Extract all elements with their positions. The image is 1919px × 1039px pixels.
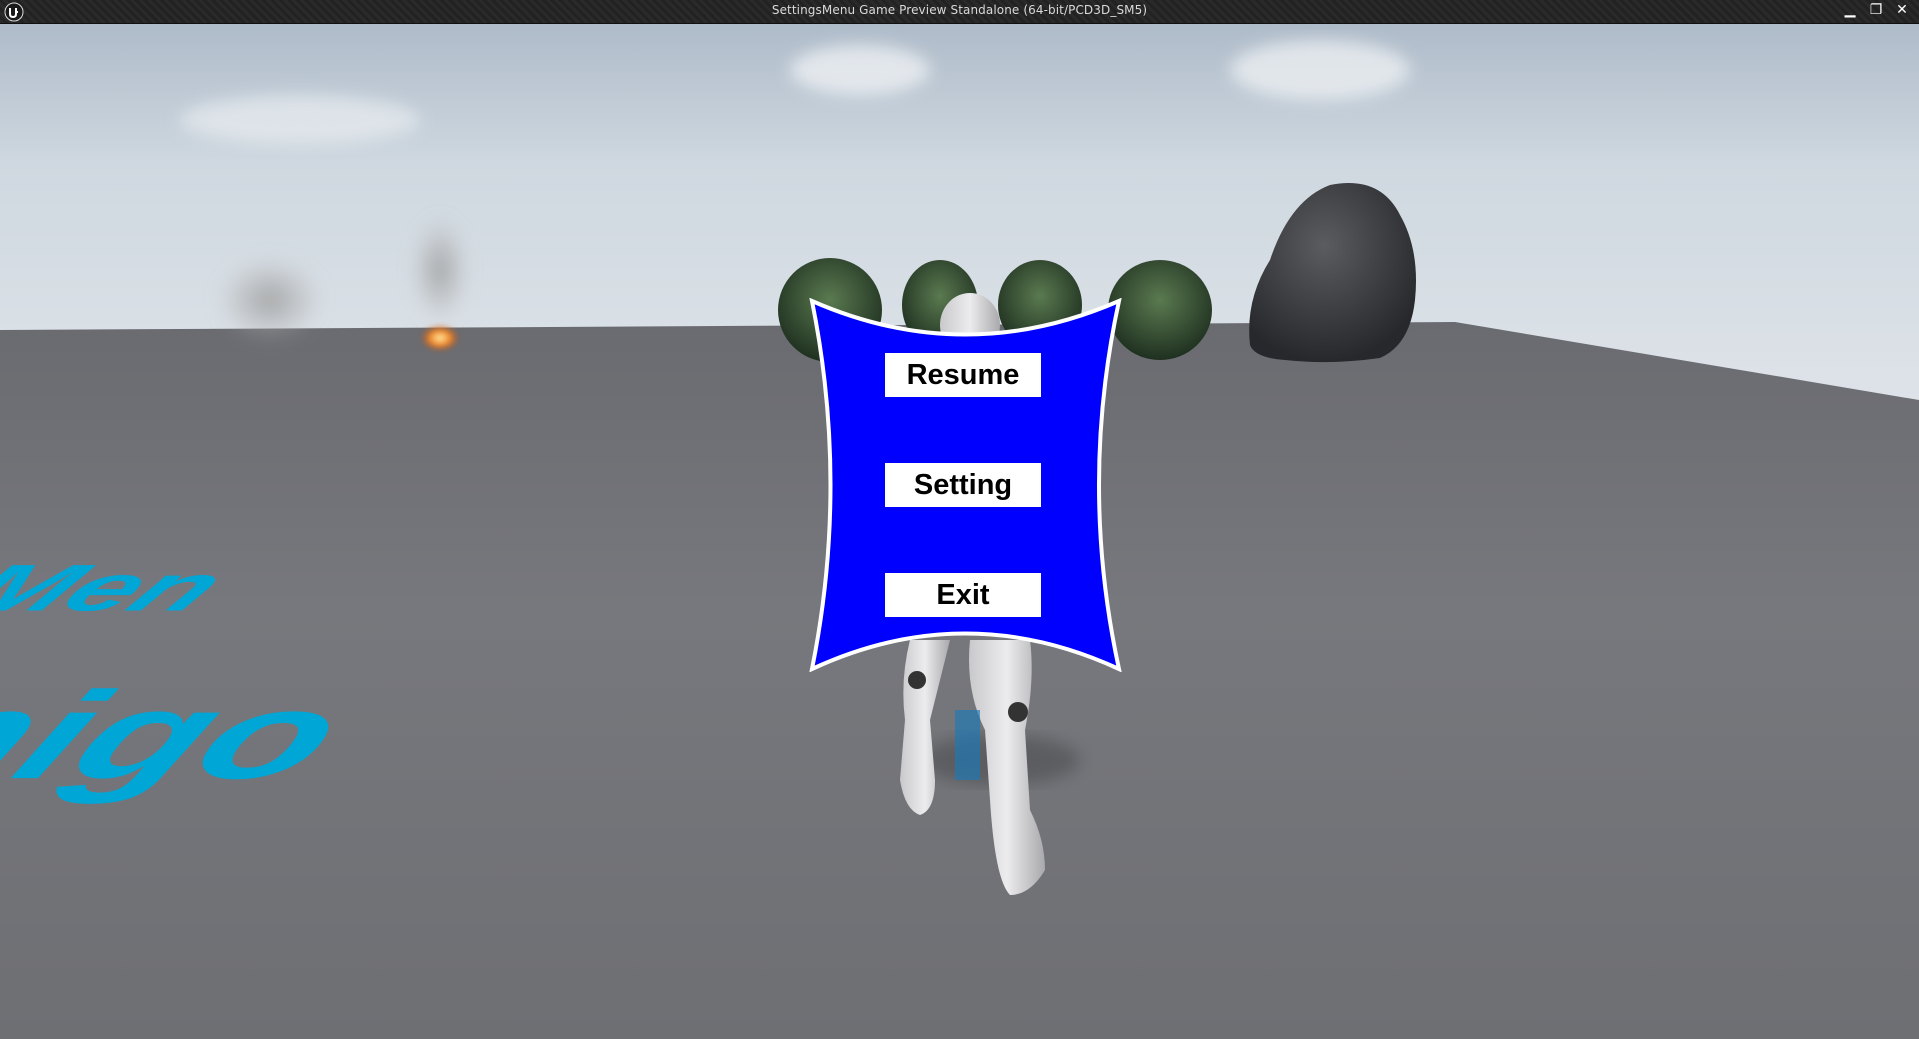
- minimize-icon: ▁: [1844, 2, 1856, 18]
- window-controls: ▁ ❐ ✕: [1839, 1, 1913, 19]
- minimize-button[interactable]: ▁: [1839, 1, 1861, 19]
- close-button[interactable]: ✕: [1891, 1, 1913, 19]
- resume-button[interactable]: Resume: [885, 353, 1041, 397]
- fire-effect: [420, 324, 460, 352]
- restore-icon: ❐: [1869, 2, 1883, 18]
- title-bar[interactable]: SettingsMenu Game Preview Standalone (64…: [0, 0, 1919, 24]
- pause-menu: Resume Setting Exit: [809, 298, 1122, 672]
- close-icon: ✕: [1896, 2, 1908, 18]
- exit-button[interactable]: Exit: [885, 573, 1041, 617]
- setting-button[interactable]: Setting: [885, 463, 1041, 507]
- restore-button[interactable]: ❐: [1865, 1, 1887, 19]
- window-title: SettingsMenu Game Preview Standalone (64…: [771, 3, 1148, 17]
- game-window: SettingsMenu Game Preview Standalone (64…: [0, 0, 1919, 1039]
